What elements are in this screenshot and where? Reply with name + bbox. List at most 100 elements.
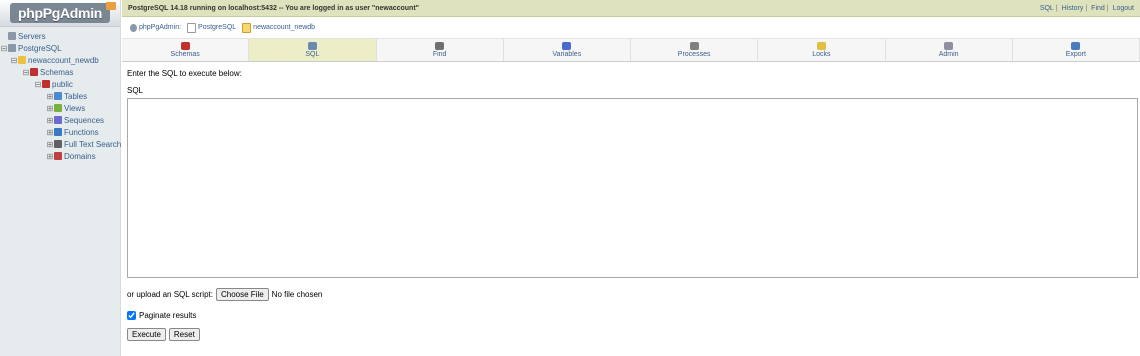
tree-node[interactable]: ⊞ Views (0, 103, 120, 115)
paginate-row: Paginate results (127, 311, 1135, 320)
sql-icon (307, 42, 317, 50)
reset-button[interactable]: Reset (168, 328, 200, 341)
server-group-icon (8, 32, 16, 40)
tree-node-label[interactable]: Servers (18, 32, 46, 41)
history-link[interactable]: History (1062, 5, 1084, 12)
tree-node[interactable]: ⊟ newaccount_newdb (0, 55, 120, 67)
elephant-icon (130, 23, 137, 32)
separator: | (1055, 4, 1058, 12)
tab-export[interactable]: Export (1012, 39, 1140, 61)
tree-node-label[interactable]: Functions (64, 128, 99, 137)
tree-node[interactable]: ⊞ Sequences (0, 115, 120, 127)
expander-icon[interactable]: ⊞ (46, 103, 54, 115)
breadcrumb: phpPgAdmin: PostgreSQL newaccount_newdb (122, 17, 1140, 39)
tree-node-label[interactable]: Views (64, 104, 85, 113)
sql-link[interactable]: SQL (1040, 5, 1054, 12)
tree-node[interactable]: ⊟ public (0, 79, 120, 91)
tab-locks[interactable]: Locks (758, 39, 886, 61)
expander-icon[interactable]: ⊟ (34, 79, 42, 91)
tab-admin[interactable]: Admin (885, 39, 1013, 61)
tree-node-label[interactable]: Schemas (40, 68, 73, 77)
execute-button[interactable]: Execute (127, 328, 166, 341)
sql-textarea[interactable] (127, 98, 1138, 278)
logout-link[interactable]: Logout (1113, 5, 1134, 12)
paginate-label[interactable]: Paginate results (139, 311, 196, 320)
browser-tree: Servers ⊟ PostgreSQL ⊟ newaccount_newdb ⊟ Sche… (0, 27, 121, 163)
expander-icon[interactable]: ⊟ (22, 67, 30, 79)
action-buttons: Execute Reset (127, 328, 1135, 341)
sidebar: phpPgAdmin Servers ⊟ PostgreSQL ⊟ newaccount… (0, 0, 121, 356)
tree-node[interactable]: ⊞ Functions (0, 127, 120, 139)
find-icon (435, 42, 445, 50)
tab-processes[interactable]: Processes (631, 39, 759, 61)
schemas-icon (30, 68, 38, 76)
connection-status: PostgreSQL 14.18 running on localhost:54… (128, 4, 419, 12)
instruction-text: Enter the SQL to execute below: (127, 69, 242, 78)
separator: | (1085, 4, 1088, 12)
top-links: SQL | History | Find | Logout (1040, 5, 1134, 12)
tab-schemas[interactable]: Schemas (122, 39, 250, 61)
tree-node-label[interactable]: newaccount_newdb (28, 56, 99, 65)
expander-icon[interactable]: ⊟ (10, 55, 18, 67)
expander-icon[interactable]: ⊟ (0, 43, 8, 55)
domains-icon (54, 152, 62, 160)
expander-icon[interactable]: ⊞ (46, 91, 54, 103)
breadcrumb-server[interactable]: PostgreSQL (187, 22, 237, 33)
tree-node[interactable]: ⊞ Tables (0, 91, 120, 103)
expander-icon[interactable]: ⊞ (46, 151, 54, 163)
expander-icon[interactable]: ⊞ (46, 115, 54, 127)
admin-icon (944, 42, 954, 50)
sql-label: SQL (127, 86, 144, 95)
separator: | (1106, 4, 1109, 12)
paginate-checkbox[interactable] (127, 311, 136, 320)
tab-label: Schemas (170, 51, 200, 58)
tab-label: Processes (677, 51, 711, 58)
tree-node[interactable]: ⊟ Schemas (0, 67, 120, 79)
breadcrumb-database[interactable]: newaccount_newdb (242, 22, 316, 33)
breadcrumb-label: newaccount_newdb (253, 24, 316, 31)
tree-node[interactable]: ⊟ PostgreSQL (0, 43, 120, 55)
tab-sql[interactable]: SQL (249, 39, 377, 61)
sql-form: Enter the SQL to execute below: SQL or u… (122, 62, 1140, 348)
file-status: No file chosen (271, 290, 323, 299)
server-icon (8, 44, 16, 52)
views-icon (54, 104, 62, 112)
logo-bar: phpPgAdmin (0, 0, 120, 27)
tab-label: SQL (305, 51, 320, 58)
database-icon (18, 56, 26, 64)
tab-variables[interactable]: Variables (503, 39, 631, 61)
tree-node-label[interactable]: Full Text Search (64, 140, 121, 149)
tree-node-label[interactable]: public (52, 80, 73, 89)
upload-row: or upload an SQL script: Choose File No … (127, 288, 1135, 301)
tree-node-label[interactable]: Domains (64, 152, 96, 161)
tree-node[interactable]: Servers (0, 31, 120, 43)
tab-bar: Schemas SQL Find Variables Processes Locks Adm… (122, 39, 1140, 62)
export-icon (1071, 42, 1081, 50)
breadcrumb-label: phpPgAdmin: (139, 24, 182, 31)
tree-node-label[interactable]: PostgreSQL (18, 44, 62, 53)
tab-find[interactable]: Find (376, 39, 504, 61)
tree-node-label[interactable]: Tables (64, 92, 87, 101)
choose-file-button[interactable]: Choose File (215, 288, 269, 301)
phppgadmin-logo[interactable]: phpPgAdmin (9, 3, 111, 23)
tab-label: Find (432, 51, 447, 58)
find-link[interactable]: Find (1091, 5, 1105, 12)
tree-node[interactable]: ⊞ Full Text Search (0, 139, 121, 151)
expander-icon[interactable]: ⊞ (46, 127, 54, 139)
expander-icon[interactable]: ⊞ (46, 139, 54, 151)
tree-node[interactable]: ⊞ Domains (0, 151, 120, 163)
upload-label: or upload an SQL script: (127, 290, 213, 299)
tree-node-label[interactable]: Sequences (64, 116, 104, 125)
variables-icon (562, 42, 572, 50)
breadcrumb-label: PostgreSQL (198, 24, 237, 31)
breadcrumb-phppgadmin[interactable]: phpPgAdmin: (130, 23, 182, 32)
tab-label: Locks (812, 51, 831, 58)
refresh-icon[interactable] (106, 2, 116, 10)
sequences-icon (54, 116, 62, 124)
server-icon (187, 22, 197, 33)
tab-label: Admin (938, 51, 959, 58)
processes-icon (689, 42, 699, 50)
database-icon (242, 22, 252, 33)
main-panel: PostgreSQL 14.18 running on localhost:54… (122, 0, 1140, 356)
schema-icon (42, 80, 50, 88)
